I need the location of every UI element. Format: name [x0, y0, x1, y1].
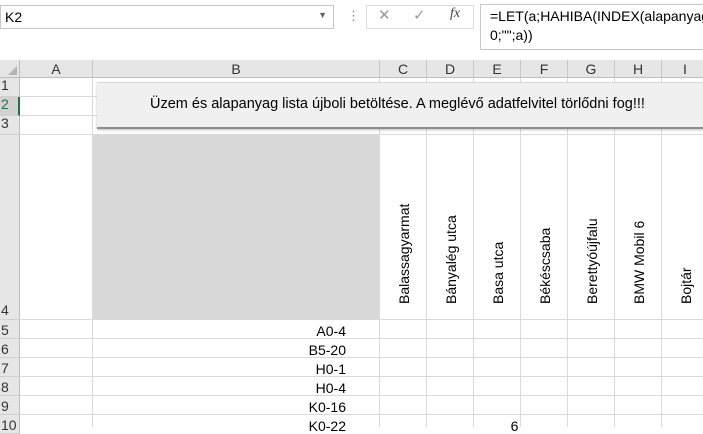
material-code-cell[interactable]: B5-20	[93, 342, 379, 358]
row-header-5[interactable]: 5	[0, 320, 20, 339]
column-header-g[interactable]: G	[568, 60, 615, 78]
cancel-icon[interactable]: ✕	[378, 6, 391, 24]
row-header-4[interactable]: 4	[0, 135, 20, 320]
row-header-2[interactable]: 2	[0, 97, 20, 116]
name-box-value: K2	[5, 9, 23, 25]
formula-input[interactable]: =LET(a;HAHIBA(INDEX(alapanyag 0;"";a))	[480, 4, 703, 50]
plant-header: Berettyóújfalu	[568, 138, 615, 320]
header-fill-b4	[93, 135, 379, 320]
plant-header-label: Bányalég utca	[442, 215, 459, 304]
plant-header-label: Balassagyarmat	[395, 203, 412, 304]
name-box[interactable]: K2 ▼	[0, 5, 334, 29]
insert-function-icon[interactable]: fx	[450, 6, 460, 22]
plant-header: Basa utca	[474, 138, 521, 320]
column-header-d[interactable]: D	[427, 60, 474, 78]
row-header-3[interactable]: 3	[0, 116, 20, 135]
enter-icon[interactable]: ✓	[413, 6, 426, 24]
reload-list-button-label: Üzem és alapanyag lista újboli betöltése…	[150, 96, 645, 112]
material-code-cell[interactable]: K0-16	[93, 399, 379, 415]
material-code: K0-22	[308, 418, 346, 434]
material-code: B5-20	[308, 342, 346, 358]
plant-header-label: Basa utca	[489, 241, 506, 304]
material-code-cell[interactable]: H0-1	[93, 361, 379, 377]
plant-header-label: Bojtár	[677, 267, 694, 304]
column-header-a[interactable]: A	[20, 60, 93, 78]
column-header-h[interactable]: H	[615, 60, 662, 78]
row-header-8[interactable]: 8	[0, 377, 20, 396]
column-header-c[interactable]: C	[380, 60, 427, 78]
plant-header-label: BMW Mobil 6	[630, 220, 647, 304]
plant-header: Bányalég utca	[427, 138, 474, 320]
select-all-corner[interactable]	[0, 60, 20, 78]
material-code: H0-4	[315, 380, 346, 396]
material-code: K0-16	[308, 399, 346, 415]
plant-header: Békéscsaba	[521, 138, 568, 320]
column-header-e[interactable]: E	[474, 60, 521, 78]
material-code: H0-1	[315, 361, 346, 377]
row-header-7[interactable]: 7	[0, 358, 20, 377]
material-code-cell[interactable]: K0-22	[93, 418, 379, 434]
column-header-b[interactable]: B	[93, 60, 380, 78]
plant-header-label: Békéscsaba	[536, 227, 553, 304]
material-code-cell[interactable]: H0-4	[93, 380, 379, 396]
plant-header: Balassagyarmat	[380, 138, 427, 320]
plant-header: Bojtár	[662, 138, 703, 320]
row-header-6[interactable]: 6	[0, 339, 20, 358]
row-header-1[interactable]: 1	[0, 78, 20, 97]
material-code: A0-4	[316, 323, 346, 339]
plant-header-label: Berettyóújfalu	[583, 218, 600, 304]
row-header-10[interactable]: 10	[0, 415, 20, 434]
row-header-9[interactable]: 9	[0, 396, 20, 415]
formula-line-2: 0;"";a))	[490, 27, 533, 43]
material-code-cell[interactable]: A0-4	[93, 323, 379, 339]
column-header-i[interactable]: I	[662, 60, 703, 78]
plant-header: BMW Mobil 6	[615, 138, 662, 320]
formula-line-1: =LET(a;HAHIBA(INDEX(alapanyag	[490, 8, 703, 24]
chevron-down-icon[interactable]: ▼	[318, 10, 327, 20]
formula-bar: K2 ▼ ⋮ ✕ ✓ fx =LET(a;HAHIBA(INDEX(alapan…	[0, 0, 703, 54]
cell-e10[interactable]: 6	[474, 418, 555, 434]
worksheet-grid[interactable]: A B C D E F G H I 1 2 3 4 5 6 7 8 9 10 B…	[0, 60, 703, 434]
select-all-icon	[8, 66, 17, 75]
reload-list-button[interactable]: Üzem és alapanyag lista újboli betöltése…	[97, 82, 703, 129]
column-header-f[interactable]: F	[521, 60, 568, 78]
more-options-icon[interactable]: ⋮	[347, 8, 360, 24]
